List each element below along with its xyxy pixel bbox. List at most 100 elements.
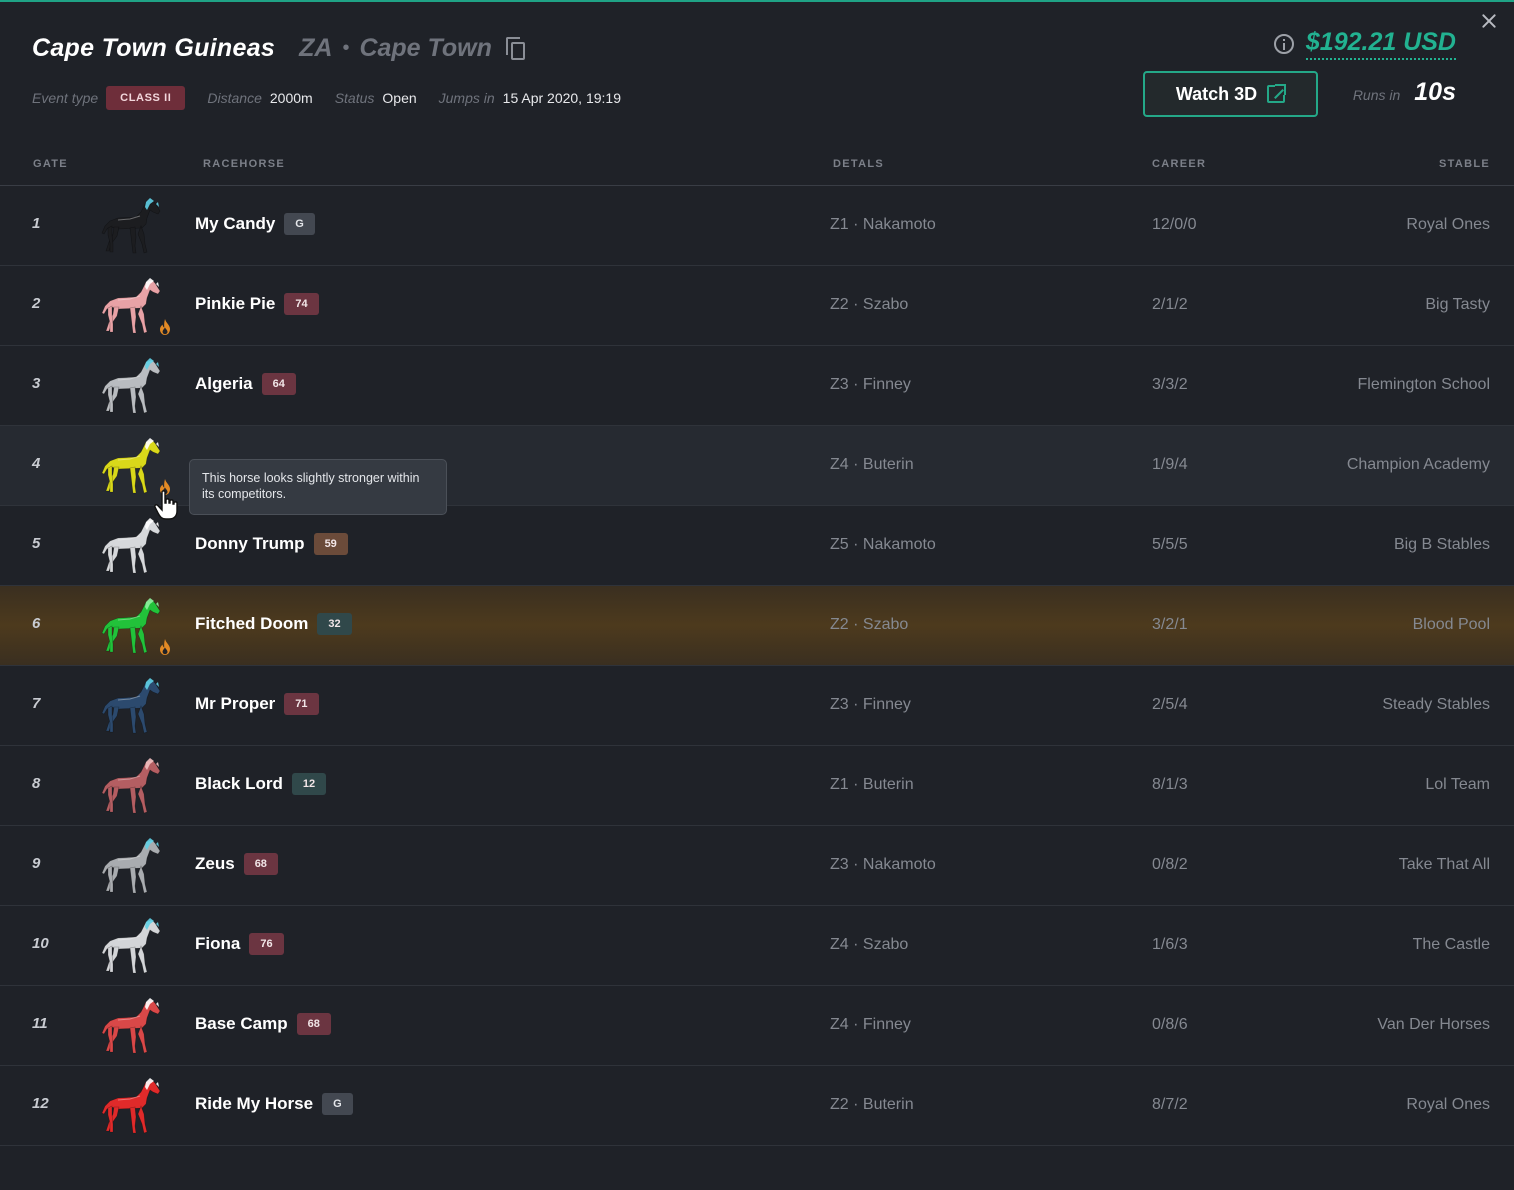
table-row[interactable]: 5 Donny Trump 59 Z5 · Nakamoto 5/5/5 Big… <box>0 506 1514 586</box>
watch-3d-button[interactable]: Watch 3D <box>1143 71 1318 117</box>
event-country: ZA <box>299 34 333 62</box>
runs-in-value: 10s <box>1414 78 1456 106</box>
table-row[interactable]: 7 Mr Proper 71 Z3 · Finney 2/5/4 Steady … <box>0 666 1514 746</box>
horse-avatar <box>100 198 166 256</box>
horse-stable[interactable]: The Castle <box>1413 936 1490 954</box>
horse-name-wrap: Mr Proper 71 <box>195 693 319 715</box>
horse-avatar <box>100 1078 166 1136</box>
horse-name[interactable]: Fitched Doom <box>195 614 308 634</box>
horse-name-wrap: Black Lord 12 <box>195 773 327 795</box>
horse-avatar <box>100 918 166 976</box>
table-row[interactable]: 8 Black Lord 12 Z1 · Buterin 8/1/3 Lol T… <box>0 746 1514 826</box>
gate-number: 8 <box>32 775 41 792</box>
horse-name-wrap: Zeus 68 <box>195 853 278 875</box>
copy-icon[interactable] <box>505 36 528 61</box>
horse-career: 2/1/2 <box>1152 296 1188 313</box>
prize-pool: $192.21 USD <box>1273 28 1456 60</box>
rating-badge: 32 <box>317 613 352 635</box>
horse-name[interactable]: Black Lord <box>195 774 283 794</box>
gate-number: 3 <box>32 375 41 392</box>
horse-name-wrap: Donny Trump 59 <box>195 533 348 555</box>
horse-stable[interactable]: Royal Ones <box>1406 1096 1490 1114</box>
horse-avatar <box>100 438 166 496</box>
horse-avatar <box>100 758 166 816</box>
horse-stable[interactable]: Blood Pool <box>1413 616 1490 634</box>
horse-name[interactable]: Algeria <box>195 374 253 394</box>
horse-stable[interactable]: Lol Team <box>1425 776 1490 794</box>
horse-name[interactable]: Zeus <box>195 854 235 874</box>
gate-number: 12 <box>32 1095 49 1112</box>
horse-name-wrap: Algeria 64 <box>195 373 296 395</box>
horse-name-wrap: Fitched Doom 32 <box>195 613 352 635</box>
horse-name[interactable]: Ride My Horse <box>195 1094 313 1114</box>
horse-career: 12/0/0 <box>1152 216 1197 233</box>
horse-stable[interactable]: Steady Stables <box>1382 696 1490 714</box>
horse-career: 1/6/3 <box>1152 936 1188 953</box>
table-row[interactable]: 11 Base Camp 68 Z4 · Finney 0/8/6 Van De… <box>0 986 1514 1066</box>
horse-details: Z5 · Nakamoto <box>830 536 936 553</box>
horse-details: Z4 · Finney <box>830 1016 911 1033</box>
horse-name-wrap: My Candy G <box>195 213 315 235</box>
watch-3d-label: Watch 3D <box>1175 83 1258 104</box>
gate-number: 11 <box>32 1015 48 1032</box>
horse-avatar <box>100 518 166 576</box>
flame-icon[interactable] <box>158 639 172 655</box>
event-city: Cape Town <box>359 34 492 62</box>
horse-stable[interactable]: Champion Academy <box>1347 456 1490 474</box>
horse-career: 3/3/2 <box>1152 376 1188 393</box>
distance-label: Distance <box>207 90 262 106</box>
table-row[interactable]: 2 Pinkie Pie 74 Z2 · Szabo 2/1/2 Big Tas… <box>0 266 1514 346</box>
hand-cursor-icon <box>154 490 178 520</box>
gate-number: 2 <box>32 295 41 312</box>
horse-stable[interactable]: Van Der Horses <box>1377 1016 1490 1034</box>
column-details: DETALS <box>833 158 884 170</box>
strength-tooltip: This horse looks slightly stronger withi… <box>189 459 447 515</box>
horse-stable[interactable]: Big Tasty <box>1425 296 1490 314</box>
horse-stable[interactable]: Royal Ones <box>1406 216 1490 234</box>
class-badge: CLASS II <box>106 86 186 110</box>
horse-details: Z3 · Finney <box>830 376 911 393</box>
rating-badge: 74 <box>284 293 319 315</box>
gate-number: 7 <box>32 695 41 712</box>
gate-number: 5 <box>32 535 41 552</box>
table-row[interactable]: 6 Fitched Doom 32 Z2 · Szabo 3/2/1 Blood… <box>0 586 1514 666</box>
horse-details: Z4 · Szabo <box>830 936 909 953</box>
table-row[interactable]: 3 Algeria 64 Z3 · Finney 3/3/2 Flemingto… <box>0 346 1514 426</box>
horse-name-wrap: Ride My Horse G <box>195 1093 353 1115</box>
horse-avatar <box>100 278 166 336</box>
horse-name[interactable]: Mr Proper <box>195 694 275 714</box>
horse-name[interactable]: Donny Trump <box>195 534 305 554</box>
horse-name[interactable]: Pinkie Pie <box>195 294 275 314</box>
horse-name[interactable]: My Candy <box>195 214 275 234</box>
horse-name[interactable]: Fiona <box>195 934 240 954</box>
table-row[interactable]: 10 Fiona 76 Z4 · Szabo 1/6/3 The Castle <box>0 906 1514 986</box>
horse-stable[interactable]: Big B Stables <box>1394 536 1490 554</box>
table-row[interactable]: 9 Zeus 68 Z3 · Nakamoto 0/8/2 Take That … <box>0 826 1514 906</box>
horse-stable[interactable]: Flemington School <box>1357 376 1490 394</box>
table-row[interactable]: 12 Ride My Horse G Z2 · Buterin 8/7/2 Ro… <box>0 1066 1514 1146</box>
gate-number: 4 <box>32 455 41 472</box>
horse-avatar <box>100 358 166 416</box>
horse-avatar <box>100 838 166 896</box>
prize-value[interactable]: $192.21 USD <box>1305 28 1456 60</box>
horse-career: 0/8/6 <box>1152 1016 1188 1033</box>
event-type-label: Event type <box>32 90 99 106</box>
horse-name[interactable]: Base Camp <box>195 1014 288 1034</box>
horse-stable[interactable]: Take That All <box>1399 856 1490 874</box>
gate-number: 10 <box>32 935 49 952</box>
rating-badge: 71 <box>284 693 319 715</box>
horse-details: Z1 · Nakamoto <box>830 216 936 233</box>
column-career: CAREER <box>1152 158 1207 170</box>
rating-badge: 12 <box>291 773 327 795</box>
event-header: Cape Town Guineas ZA • Cape Town Event t… <box>0 0 1514 150</box>
gate-number: 6 <box>32 615 41 632</box>
flame-icon[interactable] <box>158 319 172 335</box>
horse-details: Z4 · Buterin <box>830 456 914 473</box>
rating-badge: 76 <box>249 933 284 955</box>
column-stable: STABLE <box>1439 158 1490 170</box>
info-icon[interactable] <box>1273 34 1294 54</box>
table-row[interactable]: 1 My Candy G Z1 · Nakamoto 12/0/0 Royal … <box>0 186 1514 266</box>
rating-badge: 64 <box>261 373 296 395</box>
column-gate: GATE <box>33 158 68 170</box>
rating-badge: G <box>284 213 315 235</box>
